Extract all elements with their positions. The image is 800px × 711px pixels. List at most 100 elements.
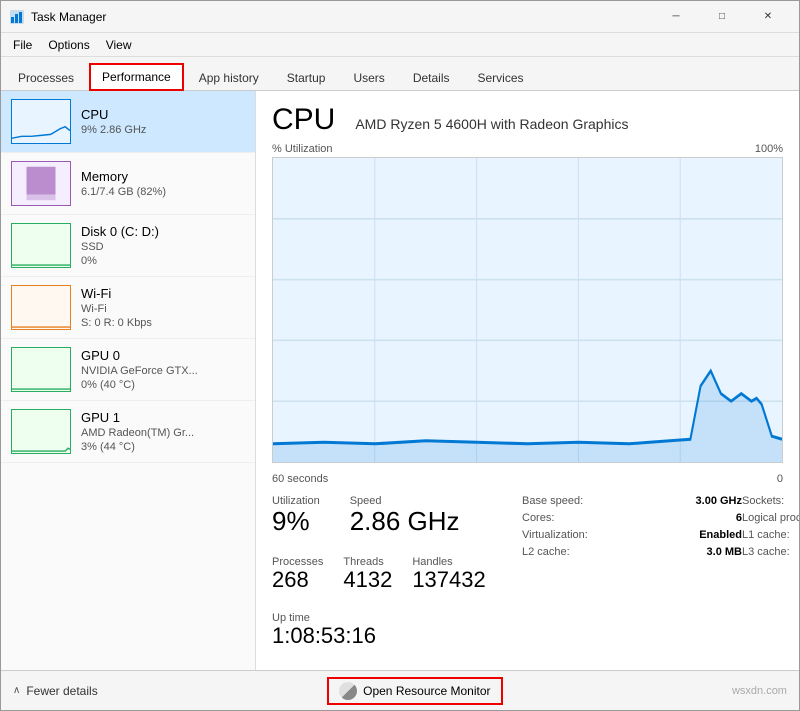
cpu-mini-graph [11, 99, 71, 144]
cores-key: Cores: [522, 512, 652, 524]
handles-label: Handles [412, 556, 485, 568]
tab-services[interactable]: Services [465, 64, 537, 91]
logical-key: Logical processors: [742, 512, 799, 524]
threads-value: 4132 [343, 568, 392, 592]
monitor-icon [339, 682, 357, 700]
main-content: CPU 9% 2.86 GHz Memory 6.1/7.4 GB (82%) [1, 91, 799, 670]
utilization-block: Utilization 9% [272, 495, 320, 536]
minimize-button[interactable]: ─ [653, 1, 699, 33]
tab-app-history[interactable]: App history [186, 64, 272, 91]
x-left-label: 60 seconds [272, 473, 328, 485]
virtualization-val: Enabled [699, 529, 742, 541]
panel-title: CPU [272, 103, 335, 137]
titlebar: Task Manager ─ □ ✕ [1, 1, 799, 33]
base-speed-row: Base speed: 3.00 GHz [522, 495, 742, 507]
gpu1-sub2: 3% (44 °C) [81, 441, 245, 453]
speed-block: Speed 2.86 GHz [350, 495, 460, 536]
base-speed-val: 3.00 GHz [696, 495, 742, 507]
panel-subtitle: AMD Ryzen 5 4600H with Radeon Graphics [355, 116, 628, 132]
watermark: wsxdn.com [732, 685, 787, 697]
close-button[interactable]: ✕ [745, 1, 791, 33]
l2-row: L2 cache: 3.0 MB [522, 546, 742, 558]
memory-name: Memory [81, 169, 245, 184]
tab-details[interactable]: Details [400, 64, 463, 91]
l3-row: L3 cache: 8.0 MB [742, 546, 799, 558]
uptime-value: 1:08:53:16 [272, 624, 522, 648]
y-max-label: 100% [755, 143, 783, 155]
cpu-graph [272, 157, 783, 463]
open-resource-monitor-button[interactable]: Open Resource Monitor [327, 677, 502, 705]
sidebar-item-wifi[interactable]: Wi-Fi Wi-Fi S: 0 R: 0 Kbps [1, 277, 255, 339]
cpu-info: CPU 9% 2.86 GHz [81, 107, 245, 136]
handles-value: 137432 [412, 568, 485, 592]
uptime-block: Up time 1:08:53:16 [272, 612, 522, 648]
tab-processes[interactable]: Processes [5, 64, 87, 91]
memory-info: Memory 6.1/7.4 GB (82%) [81, 169, 245, 198]
tabbar: Processes Performance App history Startu… [1, 57, 799, 91]
tab-startup[interactable]: Startup [274, 64, 339, 91]
sidebar-item-gpu1[interactable]: GPU 1 AMD Radeon(TM) Gr... 3% (44 °C) [1, 401, 255, 463]
footer: ∧ Fewer details Open Resource Monitor ws… [1, 670, 799, 710]
disk-sub1: SSD [81, 241, 245, 253]
menu-options[interactable]: Options [40, 36, 97, 54]
l3-key: L3 cache: [742, 546, 799, 558]
gpu0-info: GPU 0 NVIDIA GeForce GTX... 0% (40 °C) [81, 348, 245, 391]
l1-key: L1 cache: [742, 529, 799, 541]
processes-block: Processes 268 [272, 556, 323, 592]
utilization-value: 9% [272, 507, 320, 536]
wifi-sub2: S: 0 R: 0 Kbps [81, 317, 245, 329]
l2-val: 3.0 MB [707, 546, 742, 558]
maximize-button[interactable]: □ [699, 1, 745, 33]
menu-file[interactable]: File [5, 36, 40, 54]
processes-value: 268 [272, 568, 323, 592]
sidebar-item-cpu[interactable]: CPU 9% 2.86 GHz [1, 91, 255, 153]
tab-performance[interactable]: Performance [89, 63, 184, 91]
wifi-sub1: Wi-Fi [81, 303, 245, 315]
logical-row: Logical processors: 12 [742, 512, 799, 524]
uptime-label: Up time [272, 612, 522, 624]
graph-bottom-labels: 60 seconds 0 [272, 473, 783, 485]
gpu1-name: GPU 1 [81, 410, 245, 425]
gpu0-mini-graph [11, 347, 71, 392]
fewer-details-section[interactable]: ∧ Fewer details [13, 684, 98, 698]
speed-value: 2.86 GHz [350, 507, 460, 536]
disk-name: Disk 0 (C: D:) [81, 224, 245, 239]
menu-view[interactable]: View [98, 36, 140, 54]
stats-left: Utilization 9% Speed 2.86 GHz Processes … [272, 495, 522, 658]
threads-block: Threads 4132 [343, 556, 392, 592]
sidebar-item-gpu0[interactable]: GPU 0 NVIDIA GeForce GTX... 0% (40 °C) [1, 339, 255, 401]
disk-sub2: 0% [81, 255, 245, 267]
memory-sub: 6.1/7.4 GB (82%) [81, 186, 245, 198]
graph-top-labels: % Utilization 100% [272, 143, 783, 155]
sockets-row: Sockets: 1 [742, 495, 799, 507]
performance-panel: CPU AMD Ryzen 5 4600H with Radeon Graphi… [256, 91, 799, 670]
stats-area: Utilization 9% Speed 2.86 GHz Processes … [272, 495, 783, 658]
virtualization-row: Virtualization: Enabled [522, 529, 742, 541]
l1-row: L1 cache: 384 KB [742, 529, 799, 541]
sidebar-item-memory[interactable]: Memory 6.1/7.4 GB (82%) [1, 153, 255, 215]
stats-right: Base speed: 3.00 GHz Sockets: 1 Cores: 6… [522, 495, 799, 658]
sidebar: CPU 9% 2.86 GHz Memory 6.1/7.4 GB (82%) [1, 91, 256, 670]
y-axis-label: % Utilization [272, 143, 333, 155]
task-manager-window: Task Manager ─ □ ✕ File Options View Pro… [0, 0, 800, 711]
x-right-label: 0 [777, 473, 783, 485]
window-controls: ─ □ ✕ [653, 1, 791, 33]
sidebar-item-disk[interactable]: Disk 0 (C: D:) SSD 0% [1, 215, 255, 277]
window-title: Task Manager [31, 10, 653, 24]
wifi-info: Wi-Fi Wi-Fi S: 0 R: 0 Kbps [81, 286, 245, 329]
memory-mini-graph [11, 161, 71, 206]
gpu0-sub1: NVIDIA GeForce GTX... [81, 365, 245, 377]
processes-label: Processes [272, 556, 323, 568]
wifi-name: Wi-Fi [81, 286, 245, 301]
disk-info: Disk 0 (C: D:) SSD 0% [81, 224, 245, 267]
gpu0-name: GPU 0 [81, 348, 245, 363]
app-icon [9, 9, 25, 25]
cpu-sub: 9% 2.86 GHz [81, 124, 245, 136]
open-monitor-label: Open Resource Monitor [363, 684, 490, 698]
disk-mini-graph [11, 223, 71, 268]
cpu-name: CPU [81, 107, 245, 122]
l2-key: L2 cache: [522, 546, 652, 558]
gpu1-sub1: AMD Radeon(TM) Gr... [81, 427, 245, 439]
tab-users[interactable]: Users [340, 64, 397, 91]
cores-row: Cores: 6 [522, 512, 742, 524]
